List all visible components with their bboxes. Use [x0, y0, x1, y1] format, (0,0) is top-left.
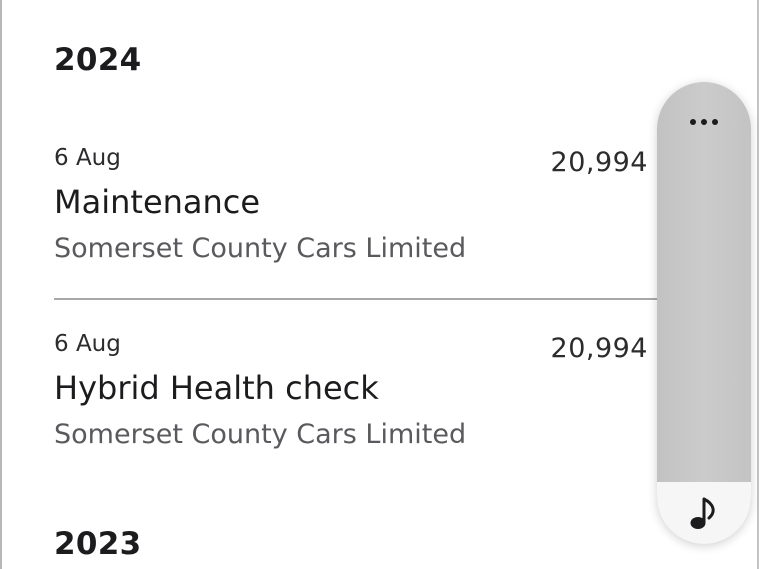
music-note-icon	[690, 497, 715, 529]
year-heading-2023: 2023	[54, 526, 142, 562]
record-date: 6 Aug	[54, 145, 121, 171]
record-title: Hybrid Health check	[54, 369, 379, 407]
record-title: Maintenance	[54, 183, 261, 221]
record-dealer: Somerset County Cars Limited	[54, 419, 467, 450]
floating-side-panel	[657, 82, 751, 544]
year-heading-2024: 2024	[54, 42, 142, 78]
audio-button[interactable]	[657, 482, 751, 544]
record-dealer: Somerset County Cars Limited	[54, 233, 467, 264]
record-date: 6 Aug	[54, 331, 121, 357]
more-options-button[interactable]	[657, 100, 751, 144]
left-edge	[0, 0, 2, 569]
ellipsis-icon	[690, 119, 718, 125]
service-history-page: 2024 6 Aug 20,994 Maintenance Somerset C…	[0, 0, 759, 569]
record-mileage: 20,994	[550, 147, 648, 178]
record-divider	[54, 298, 658, 300]
record-mileage: 20,994	[550, 333, 648, 364]
